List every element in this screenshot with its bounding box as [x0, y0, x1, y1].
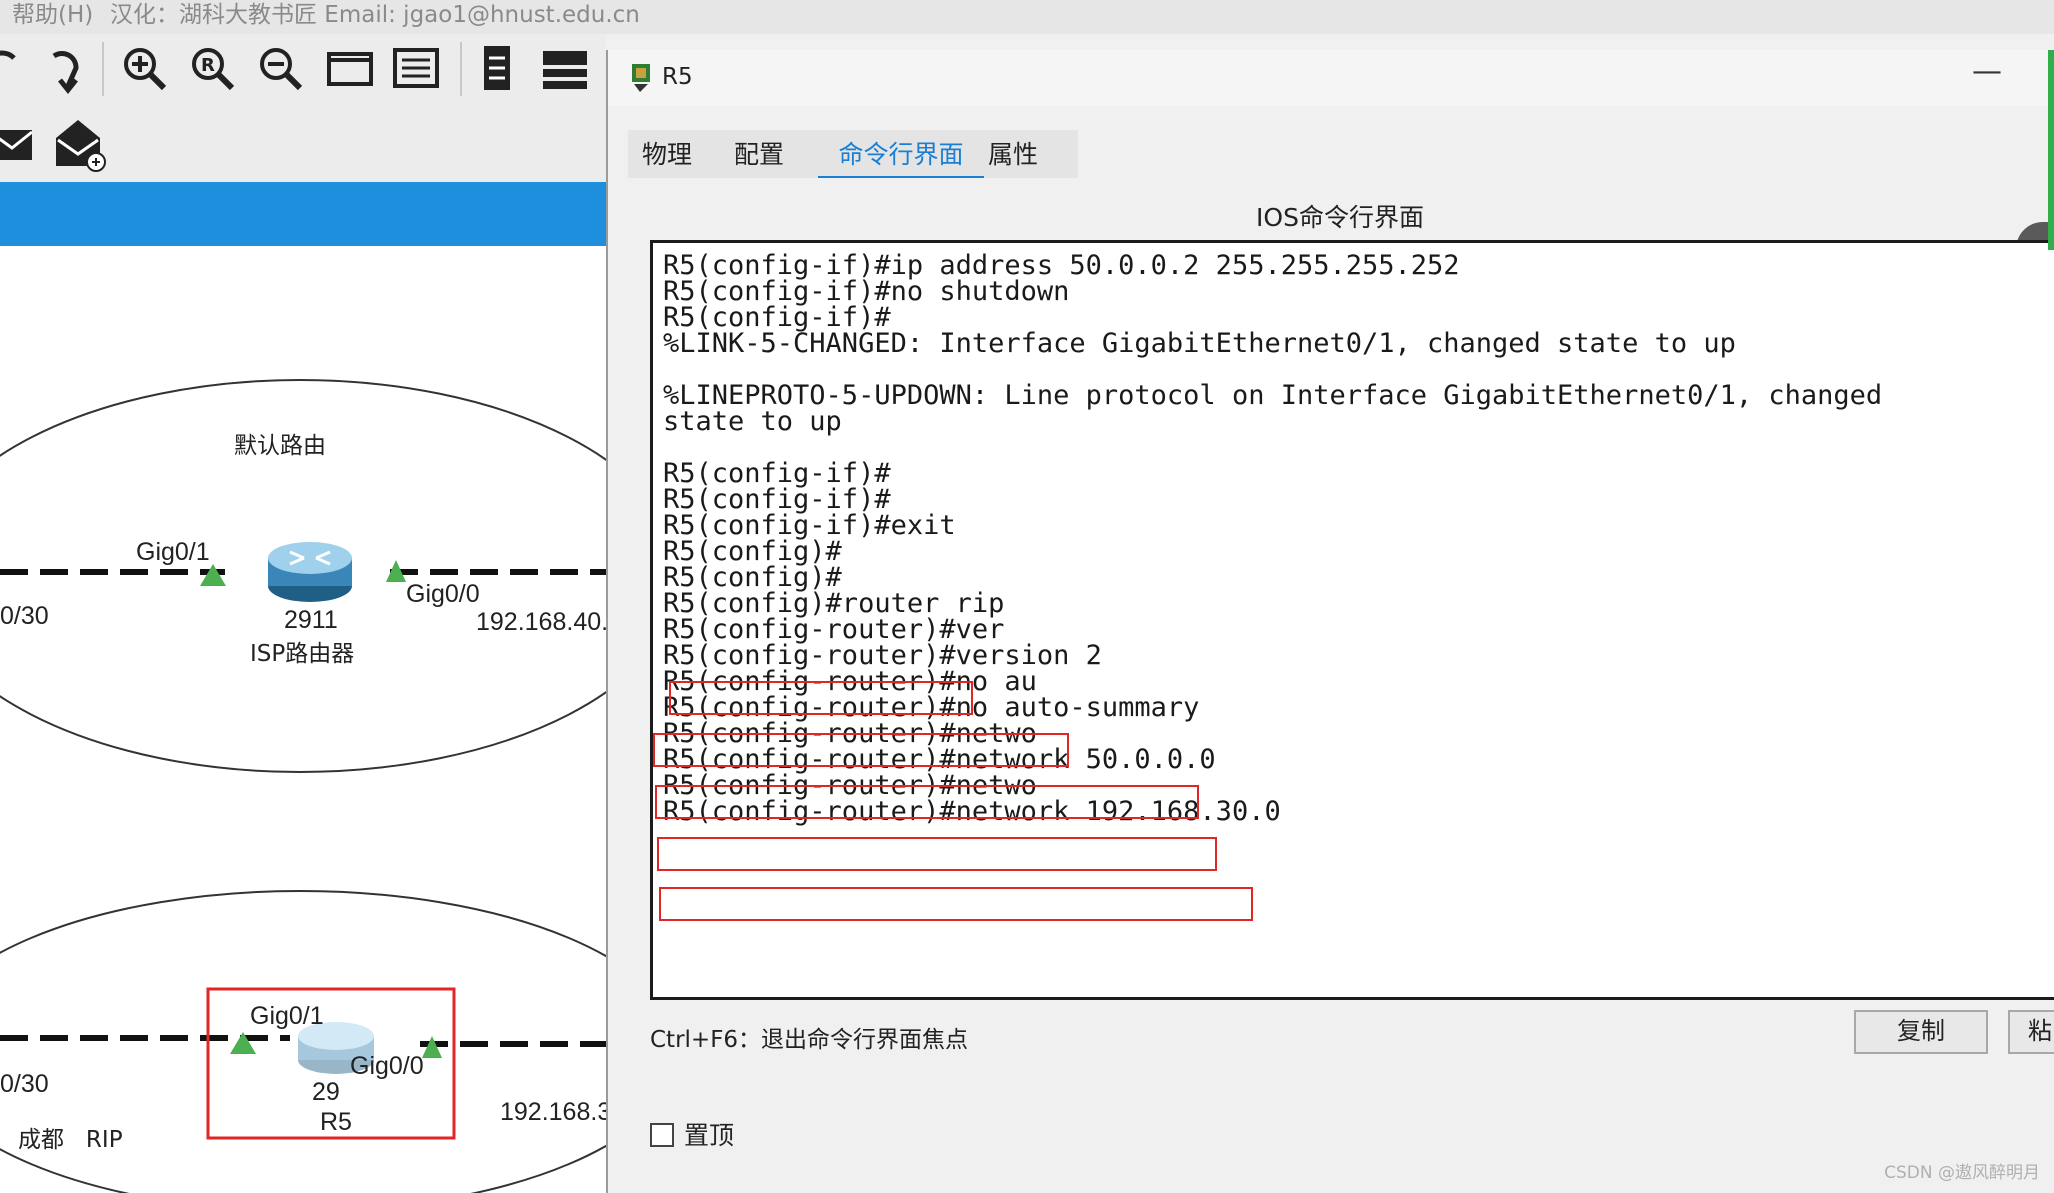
- pin-checkbox[interactable]: [650, 1123, 674, 1147]
- r5-port-right: Gig0/0: [350, 1052, 424, 1080]
- region-label-top: 默认路由: [234, 433, 326, 459]
- terminal-line: R5(config-if)#: [663, 458, 891, 489]
- terminal-line: R5(config)#: [663, 562, 842, 593]
- workspace-bar: [0, 182, 606, 246]
- paste-button[interactable]: 粘: [2008, 1010, 2054, 1054]
- tab-config[interactable]: 配置: [724, 136, 794, 176]
- window-edge-accent: [2048, 50, 2054, 250]
- device-window: R5 — 物理 配置 命令行界面 属性 IOS命令行界面 ‹ R5(config…: [606, 50, 2054, 1193]
- terminal-line: R5(config-router)#no au: [663, 666, 1037, 697]
- topology-canvas[interactable]: 默认路由 Gig0/1 Gig0/0 2911 ISP路由器 0/30 192.…: [0, 246, 606, 1193]
- terminal-line: %LINK-5-CHANGED: Interface GigabitEthern…: [663, 328, 1736, 359]
- terminal-line: %LINEPROTO-5-UPDOWN: Line protocol on In…: [663, 380, 1883, 411]
- ios-cli-title: IOS命令行界面: [1256, 203, 1424, 232]
- router-config-icon: [632, 64, 650, 92]
- open-mail-icon[interactable]: [52, 116, 108, 174]
- isp-port-left: Gig0/1: [136, 538, 210, 566]
- watermark: CSDN @遨风醉明月: [1884, 1163, 2040, 1183]
- notes-icon[interactable]: [480, 42, 516, 96]
- minimize-button[interactable]: —: [1972, 54, 2002, 89]
- terminal-line: R5(config-router)#ver: [663, 614, 1005, 645]
- tab-attributes[interactable]: 属性: [978, 136, 1048, 176]
- copy-button[interactable]: 复制: [1854, 1010, 1988, 1054]
- zoom-out-icon[interactable]: [256, 44, 304, 94]
- terminal-line: R5(config)#router rip: [663, 588, 1005, 619]
- terminal-line: R5(config-router)#network 50.0.0.0: [663, 744, 1216, 775]
- window-titlebar[interactable]: R5 —: [608, 50, 2054, 106]
- rectangle-icon[interactable]: [326, 50, 374, 90]
- terminal-line: R5(config-router)#netwo: [663, 770, 1037, 801]
- terminal-line: R5(config-router)#network 192.168.30.0: [663, 796, 1281, 827]
- terminal-line: R5(config-router)#netwo: [663, 718, 1037, 749]
- highlight-network-192: [659, 887, 1253, 921]
- terminal-line: R5(config-router)#version 2: [663, 640, 1102, 671]
- r5-left-network: 0/30: [0, 1070, 49, 1098]
- terminal-line: R5(config-if)#exit: [663, 510, 956, 541]
- terminal-line: R5(config-if)#: [663, 484, 891, 515]
- zoom-reset-icon[interactable]: R: [188, 44, 236, 94]
- menu-credit: 汉化：湖科大教书匠 Email: jgao1@hnust.edu.cn: [110, 2, 640, 28]
- r5-right-network: 192.168.3: [500, 1098, 606, 1126]
- r5-router-name[interactable]: R5: [320, 1108, 352, 1137]
- router-icon: [268, 542, 352, 602]
- undo-icon[interactable]: [0, 48, 20, 92]
- toolbar-secondary: [0, 108, 606, 182]
- terminal-line: R5(config-if)#: [663, 302, 891, 333]
- terminal-line: R5(config-if)#ip address 50.0.0.2 255.25…: [663, 250, 1460, 281]
- tab-cli[interactable]: 命令行界面: [818, 136, 984, 182]
- palette-icon[interactable]: [392, 46, 442, 92]
- isp-right-network: 192.168.40.: [476, 608, 606, 636]
- toolbar: R: [0, 34, 606, 109]
- isp-router-name[interactable]: ISP路由器: [250, 634, 354, 668]
- cli-focus-hint: Ctrl+F6：退出命令行界面焦点: [650, 1027, 969, 1053]
- pin-label: 置顶: [684, 1121, 735, 1150]
- svg-text:R: R: [201, 55, 215, 76]
- tab-physical[interactable]: 物理: [632, 136, 702, 176]
- isp-port-right: Gig0/0: [406, 580, 480, 608]
- window-title: R5: [662, 64, 693, 90]
- redo-icon[interactable]: [46, 46, 86, 94]
- terminal-line: R5(config-router)#no auto-summary: [663, 692, 1200, 723]
- terminal-output: R5(config-if)#ip address 50.0.0.2 255.25…: [663, 249, 1883, 827]
- isp-router-model: 2911: [284, 606, 338, 634]
- zoom-in-icon[interactable]: [120, 44, 168, 94]
- mail-icon[interactable]: [0, 124, 40, 168]
- highlight-network-50: [657, 837, 1217, 871]
- menu-help[interactable]: 帮助(H): [12, 0, 93, 30]
- device-icon[interactable]: [540, 48, 590, 92]
- isp-left-network: 0/30: [0, 602, 49, 630]
- r5-router-model: 29: [312, 1078, 340, 1106]
- menu-bar: 帮助(H) 汉化：湖科大教书匠 Email: jgao1@hnust.edu.c…: [0, 0, 2054, 34]
- topology-drawing: [0, 379, 606, 1193]
- terminal[interactable]: R5(config-if)#ip address 50.0.0.2 255.25…: [650, 240, 2054, 1000]
- pin-on-top[interactable]: 置顶: [650, 1116, 734, 1152]
- cli-panel: IOS命令行界面 ‹ R5(config-if)#ip address 50.0…: [624, 178, 2054, 1153]
- r5-port-left: Gig0/1: [250, 1002, 324, 1030]
- tab-strip: 物理 配置 命令行界面 属性: [628, 130, 1078, 182]
- region-label-bottom: 成都 RIP: [18, 1127, 123, 1153]
